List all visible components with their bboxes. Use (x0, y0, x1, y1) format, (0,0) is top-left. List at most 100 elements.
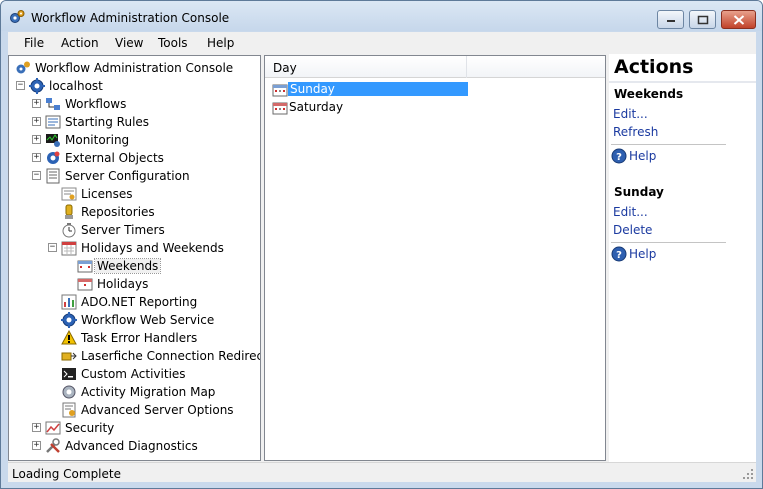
server-configuration-icon (46, 168, 60, 184)
action-delete[interactable]: Delete (613, 223, 652, 237)
svg-text:?: ? (616, 152, 622, 163)
expand-icon[interactable]: + (32, 423, 41, 432)
maximize-icon (697, 15, 708, 24)
timer-icon (62, 223, 76, 238)
tree-item-task-error-handlers[interactable]: Task Error Handlers (9, 329, 259, 347)
licenses-icon (61, 187, 77, 201)
collapse-icon[interactable]: − (32, 171, 41, 180)
web-service-gear-icon (61, 312, 77, 328)
tree-item-label: ADO.NET Reporting (81, 295, 198, 309)
actions-pane: Actions Weekends Edit... Refresh ? Help … (609, 54, 756, 462)
tree-item-label: Server Configuration (65, 169, 190, 183)
expand-icon[interactable]: + (32, 135, 41, 144)
tree-item-monitoring[interactable]: + Monitoring (9, 131, 259, 149)
action-edit-weekends[interactable]: Edit... (613, 107, 648, 121)
reporting-icon (61, 294, 77, 310)
tree-item-custom-activities[interactable]: Custom Activities (9, 365, 259, 383)
list-item-label: Sunday (288, 82, 468, 96)
collapse-icon[interactable]: − (16, 81, 25, 90)
workflows-icon (46, 98, 60, 110)
tree-item-label: Laserfiche Connection Redirects (81, 349, 261, 363)
calendar-icon (61, 241, 77, 256)
close-button[interactable] (721, 10, 756, 29)
actions-section-weekends: Weekends (614, 87, 684, 101)
tree-item-security[interactable]: + Security (9, 419, 259, 437)
tree-item-external-objects[interactable]: + External Objects (9, 149, 259, 167)
actions-title: Actions (614, 56, 694, 78)
tree-item-label: Server Timers (81, 223, 165, 237)
tree-item-workflows[interactable]: + Workflows (9, 95, 259, 113)
connection-redirect-icon (61, 352, 77, 361)
tree-item-advanced-server-options[interactable]: Advanced Server Options (9, 401, 259, 419)
navigation-tree[interactable]: Workflow Administration Console − localhos… (8, 55, 261, 461)
tree-item-ado-net-reporting[interactable]: ADO.NET Reporting (9, 293, 259, 311)
minimize-button[interactable] (657, 10, 684, 29)
tree-item-workflow-web-service[interactable]: Workflow Web Service (9, 311, 259, 329)
svg-text:?: ? (616, 250, 622, 261)
tree-item-label: localhost (49, 79, 103, 93)
list-item[interactable]: Saturday (270, 99, 468, 116)
tree-item-localhost[interactable]: − localhost (9, 77, 259, 95)
tree-item-holidays-and-weekends[interactable]: − Holidays and Weekends (9, 239, 259, 257)
tree-item-label: Workflow Web Service (81, 313, 215, 327)
tree-item-holidays[interactable]: Holidays (9, 275, 259, 293)
status-text: Loading Complete (12, 467, 121, 481)
tree-item-server-timers[interactable]: Server Timers (9, 221, 259, 239)
title-bar[interactable]: Workflow Administration Console (1, 1, 762, 31)
tree-item-label: Starting Rules (65, 115, 150, 129)
expand-icon[interactable]: + (32, 117, 41, 126)
collapse-icon[interactable]: − (48, 243, 57, 252)
column-header-empty[interactable] (467, 56, 605, 78)
migration-gear-icon (62, 385, 76, 399)
monitoring-icon (46, 134, 60, 147)
menu-help[interactable]: Help (207, 36, 234, 50)
tree-item-label: Repositories (81, 205, 155, 219)
expand-icon[interactable]: + (32, 441, 41, 450)
actions-divider (611, 144, 726, 145)
column-header-label: Day (273, 61, 297, 75)
tree-item-label: Holidays and Weekends (81, 241, 224, 255)
list-item[interactable]: Sunday (270, 81, 468, 98)
tree-item-starting-rules[interactable]: + Starting Rules (9, 113, 259, 131)
client-area: Workflow Administration Console − localhos… (8, 54, 756, 482)
menu-view[interactable]: View (115, 36, 143, 50)
menu-bar: File Action View Tools Help (8, 32, 756, 54)
window-title: Workflow Administration Console (31, 11, 230, 25)
expand-icon[interactable]: + (32, 153, 41, 162)
actions-section-sunday: Sunday (614, 185, 664, 199)
menu-action[interactable]: Action (61, 36, 99, 50)
tree-item-workflow-administration-console[interactable]: Workflow Administration Console (9, 59, 259, 77)
action-edit-sunday[interactable]: Edit... (613, 205, 648, 219)
list-header: Day (265, 56, 605, 78)
tree-item-licenses[interactable]: Licenses (9, 185, 259, 203)
results-list[interactable]: Day Sunday Saturday (264, 55, 606, 461)
tree-item-label: Licenses (81, 187, 133, 201)
tree-item-repositories[interactable]: Repositories (9, 203, 259, 221)
help-link-label: Help (629, 149, 657, 163)
tree-item-label: Holidays (97, 277, 149, 291)
tree-item-laserfiche-connection-redirects[interactable]: Laserfiche Connection Redirects (9, 347, 261, 365)
server-gear-icon (29, 78, 45, 94)
actions-title-divider (609, 81, 756, 83)
maximize-button[interactable] (689, 10, 716, 29)
column-header-day[interactable]: Day (265, 56, 467, 78)
tree-item-label: External Objects (65, 151, 164, 165)
tree-item-weekends[interactable]: Weekends (9, 257, 259, 275)
resize-grip-icon[interactable] (742, 468, 754, 480)
close-icon (733, 14, 744, 25)
tree-item-activity-migration-map[interactable]: Activity Migration Map (9, 383, 259, 401)
tree-item-label: Task Error Handlers (81, 331, 198, 345)
tree-item-server-configuration[interactable]: − Server Configuration (9, 167, 259, 185)
minimize-icon (666, 19, 675, 22)
expand-icon[interactable]: + (32, 99, 41, 108)
starting-rules-icon (45, 115, 61, 129)
tree-item-label: Monitoring (65, 133, 130, 147)
menu-tools[interactable]: Tools (158, 36, 188, 50)
tree-item-label: Advanced Server Options (81, 403, 234, 417)
tree-item-label: Weekends (93, 258, 162, 274)
tree-item-advanced-diagnostics[interactable]: + Advanced Diagnostics (9, 437, 259, 455)
action-refresh[interactable]: Refresh (613, 125, 658, 139)
actions-divider (611, 242, 726, 243)
menu-file[interactable]: File (24, 36, 44, 50)
tree-item-label: Workflow Administration Console (35, 61, 234, 75)
